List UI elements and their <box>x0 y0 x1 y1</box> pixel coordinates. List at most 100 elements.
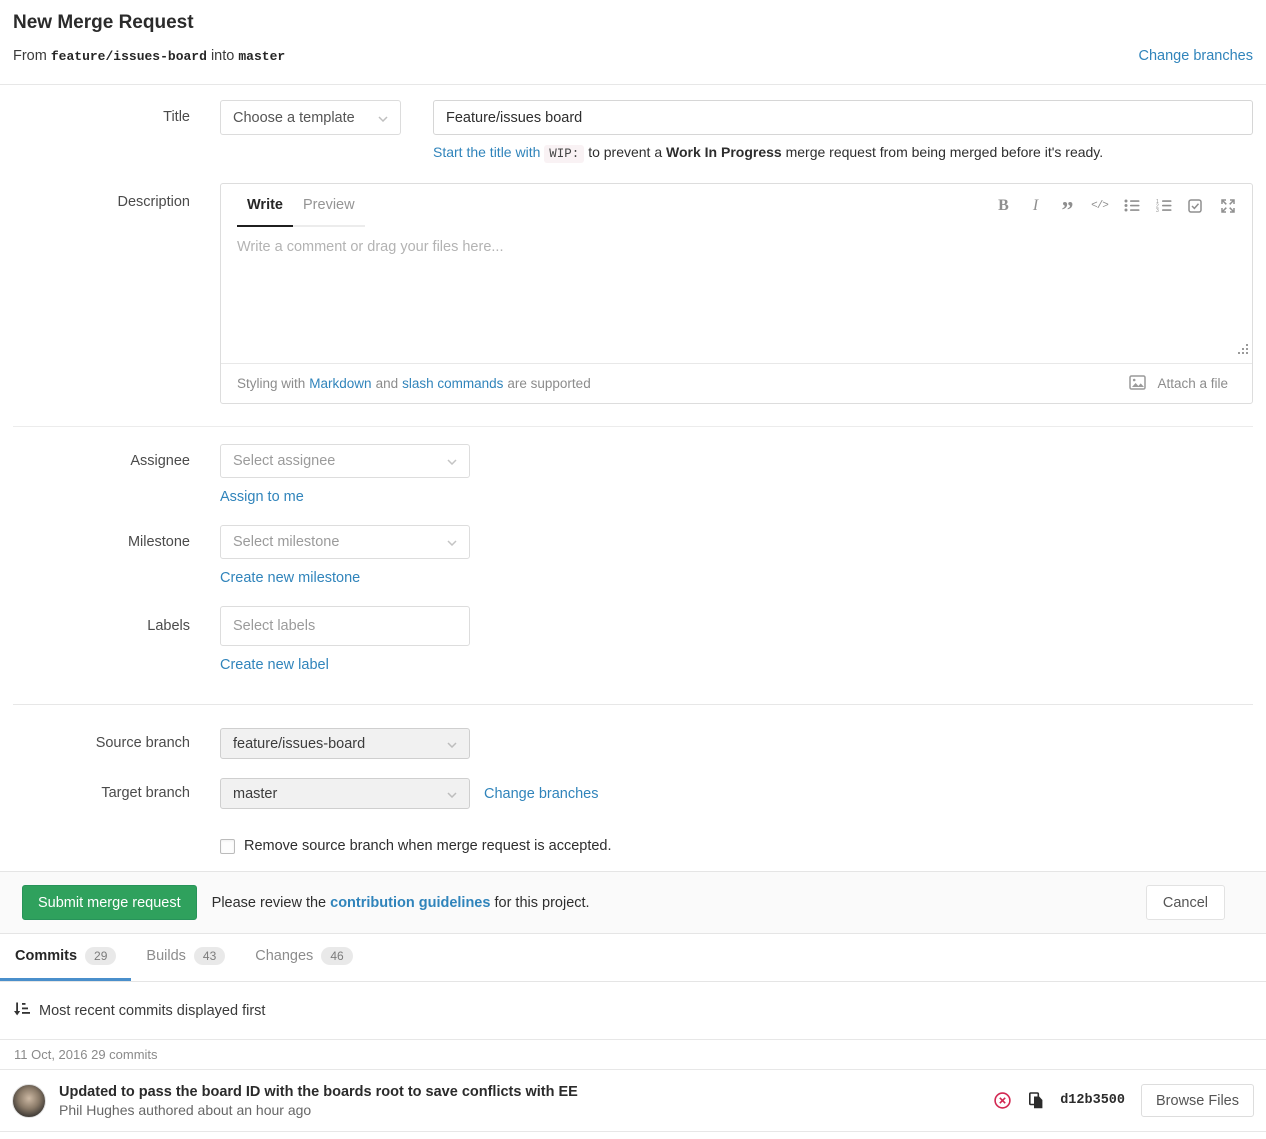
header-divider <box>0 84 1266 85</box>
remove-source-branch-checkbox[interactable] <box>220 839 235 854</box>
wip-hint-mid: to prevent a <box>588 144 662 160</box>
new-merge-request-page: New Merge Request From feature/issues-bo… <box>0 12 1266 1132</box>
source-branch-label: Source branch <box>13 728 190 759</box>
change-branches-link[interactable]: Change branches <box>484 786 598 802</box>
tab-changes[interactable]: Changes 46 <box>240 934 367 981</box>
ci-failed-icon[interactable] <box>993 1091 1012 1110</box>
chevron-down-icon <box>447 786 457 802</box>
copy-commit-sha-icon[interactable] <box>1028 1092 1044 1109</box>
bold-icon[interactable]: B <box>995 197 1012 215</box>
labels-select-placeholder: Select labels <box>233 618 315 634</box>
markdown-editor: Write Preview B I ” </> 123 <box>220 183 1253 404</box>
source-branch-select[interactable]: feature/issues-board <box>220 728 470 759</box>
commit-group-header: 11 Oct, 2016 29 commits <box>0 1039 1266 1070</box>
chevron-down-icon <box>447 736 457 752</box>
meta-section-divider <box>13 704 1253 705</box>
from-label: From <box>13 48 47 64</box>
styling-with-text: Styling with <box>237 376 305 391</box>
commit-sha[interactable]: d12b3500 <box>1060 1093 1125 1108</box>
source-branch-ref: feature/issues-board <box>51 49 207 64</box>
target-branch-ref: master <box>238 49 285 64</box>
submit-merge-request-button[interactable]: Submit merge request <box>22 885 197 920</box>
assignee-select-placeholder: Select assignee <box>233 453 335 469</box>
italic-icon[interactable]: I <box>1027 197 1044 215</box>
task-list-icon[interactable] <box>1187 197 1204 215</box>
into-label: into <box>211 48 234 64</box>
remove-source-branch-row: Remove source branch when merge request … <box>220 838 1253 854</box>
tab-builds-label: Builds <box>146 948 186 964</box>
builds-count-badge: 43 <box>194 947 225 965</box>
wip-hint-bold: Work In Progress <box>666 144 782 160</box>
attach-image-icon <box>1129 375 1146 393</box>
milestone-label: Milestone <box>13 525 190 559</box>
review-suffix: for this project. <box>494 895 589 911</box>
assign-to-me-link[interactable]: Assign to me <box>220 489 304 505</box>
labels-row: Labels Select labels <box>13 606 1253 646</box>
change-branches-link-top[interactable]: Change branches <box>1139 48 1253 64</box>
contribution-guidelines-link[interactable]: contribution guidelines <box>330 895 490 911</box>
wip-hint-link[interactable]: Start the title with <box>433 144 540 160</box>
commits-sort-row: Most recent commits displayed first <box>0 1002 1266 1020</box>
fullscreen-icon[interactable] <box>1219 197 1236 215</box>
title-row: Title Choose a template <box>13 100 1253 135</box>
remove-source-branch-label: Remove source branch when merge request … <box>244 838 612 854</box>
markdown-body <box>221 227 1252 363</box>
tab-preview[interactable]: Preview <box>293 184 365 227</box>
bullet-list-icon[interactable] <box>1123 197 1140 215</box>
tab-commits-label: Commits <box>15 948 77 964</box>
milestone-select-placeholder: Select milestone <box>233 534 339 550</box>
description-label: Description <box>13 183 190 210</box>
browse-files-button[interactable]: Browse Files <box>1141 1084 1254 1117</box>
assignee-select[interactable]: Select assignee <box>220 444 470 478</box>
code-icon[interactable]: </> <box>1091 197 1108 215</box>
attach-file-button[interactable]: Attach a file <box>1129 375 1232 393</box>
resize-grip-icon[interactable] <box>1238 342 1249 360</box>
sort-note-text: Most recent commits displayed first <box>39 1003 265 1019</box>
tab-commits[interactable]: Commits 29 <box>0 934 131 981</box>
labels-select[interactable]: Select labels <box>220 606 470 646</box>
title-input[interactable] <box>433 100 1253 135</box>
slash-commands-link[interactable]: slash commands <box>402 376 503 391</box>
markdown-header: Write Preview B I ” </> 123 <box>221 184 1252 227</box>
assignee-row: Assignee Select assignee <box>13 444 1253 478</box>
target-branch-select[interactable]: master <box>220 778 470 809</box>
review-prefix: Please review the <box>212 895 326 911</box>
create-new-label-link[interactable]: Create new label <box>220 657 329 673</box>
wip-hint-row: Start the title with WIP: to prevent a W… <box>13 144 1253 161</box>
chevron-down-icon <box>378 110 388 126</box>
page-title: New Merge Request <box>13 12 1253 34</box>
description-textarea[interactable] <box>237 239 1236 359</box>
changes-count-badge: 46 <box>321 947 352 965</box>
quote-icon[interactable]: ” <box>1059 197 1076 215</box>
target-branch-row: Target branch master Change branches <box>13 778 1253 809</box>
wip-code: WIP: <box>544 145 584 163</box>
sort-amount-icon <box>13 1002 30 1020</box>
commits-count-badge: 29 <box>85 947 116 965</box>
commit-meta: Phil Hughes authored about an hour ago <box>59 1102 578 1118</box>
target-branch-value: master <box>233 786 277 802</box>
markdown-link[interactable]: Markdown <box>309 376 371 391</box>
avatar <box>12 1084 46 1118</box>
chevron-down-icon <box>447 453 457 469</box>
assignee-label: Assignee <box>13 444 190 478</box>
markdown-toolbar: B I ” </> 123 <box>995 184 1236 227</box>
markdown-footer: Styling with Markdown and slash commands… <box>221 363 1252 403</box>
attach-file-label: Attach a file <box>1157 376 1228 391</box>
form-actions-band: Submit merge request Please review the c… <box>0 871 1266 934</box>
branch-summary: From feature/issues-board into master Ch… <box>13 48 1253 64</box>
source-branch-value: feature/issues-board <box>233 736 365 752</box>
milestone-select[interactable]: Select milestone <box>220 525 470 559</box>
labels-label: Labels <box>13 606 190 646</box>
are-supported-text: are supported <box>507 376 590 391</box>
review-guidelines-text: Please review the contribution guideline… <box>212 895 590 911</box>
milestone-row: Milestone Select milestone <box>13 525 1253 559</box>
tab-builds[interactable]: Builds 43 <box>131 934 240 981</box>
cancel-button[interactable]: Cancel <box>1146 885 1225 920</box>
tab-write[interactable]: Write <box>237 184 293 227</box>
commit-title[interactable]: Updated to pass the board ID with the bo… <box>59 1084 578 1100</box>
commit-row: Updated to pass the board ID with the bo… <box>0 1070 1266 1132</box>
description-section-divider <box>13 426 1253 427</box>
numbered-list-icon[interactable]: 123 <box>1155 197 1172 215</box>
template-dropdown[interactable]: Choose a template <box>220 100 401 135</box>
create-new-milestone-link[interactable]: Create new milestone <box>220 570 360 586</box>
